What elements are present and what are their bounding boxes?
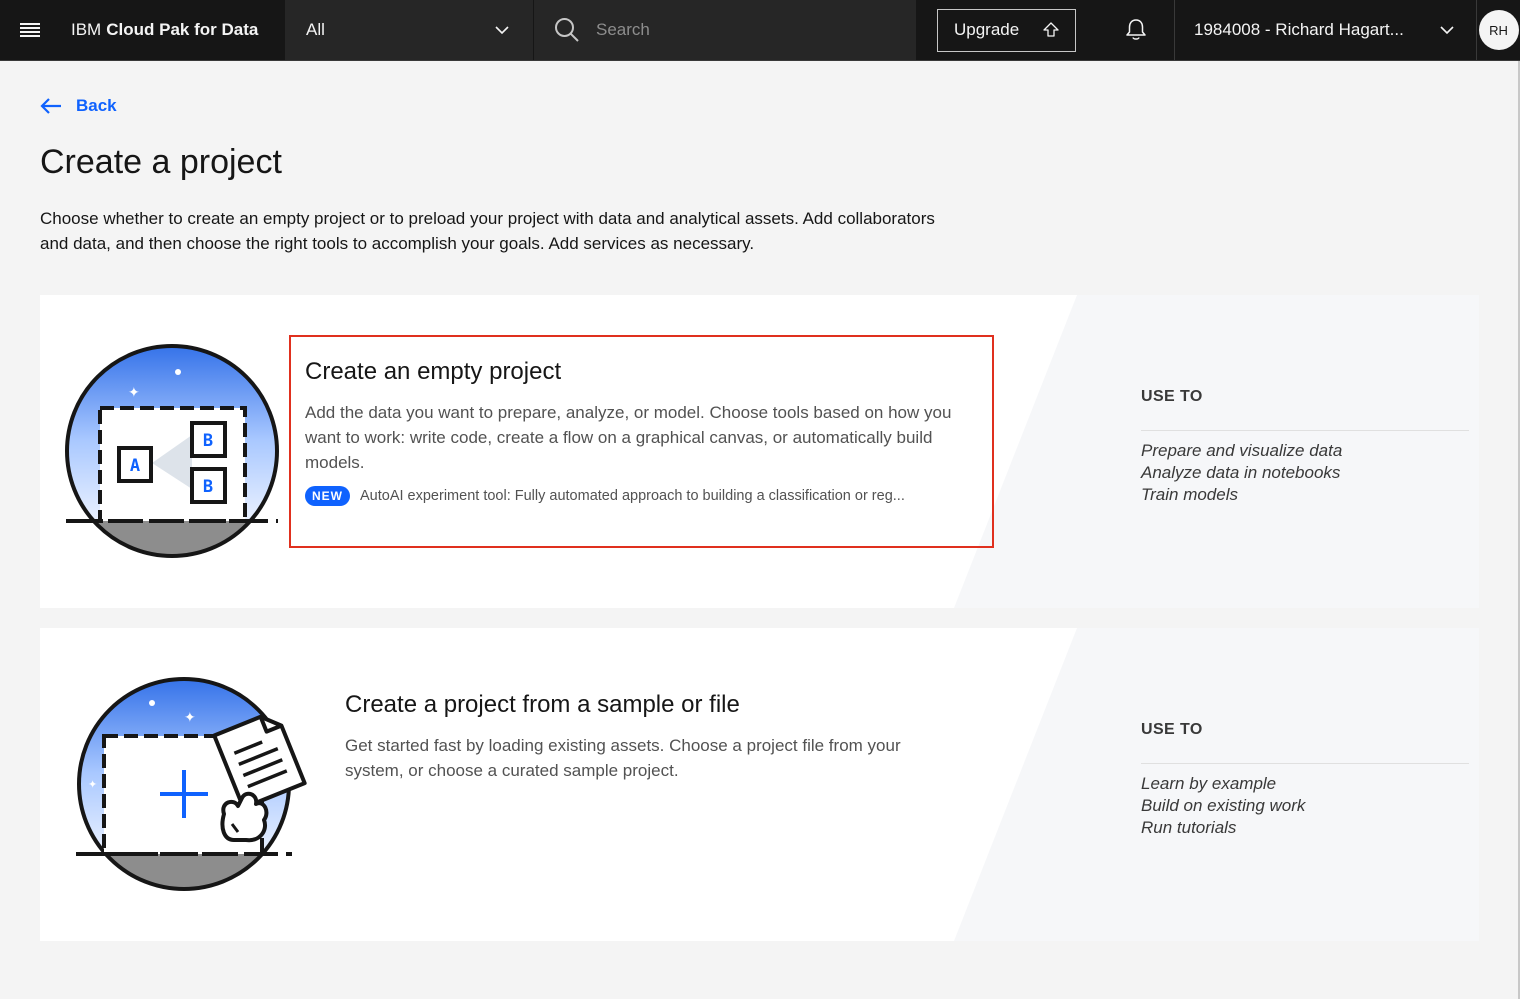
new-feature-text: AutoAI experiment tool: Fully automated … [360, 488, 905, 504]
account-switcher[interactable]: 1984008 - Richard Hagart... [1175, 0, 1477, 60]
search-placeholder: Search [596, 20, 650, 39]
brand-logo[interactable]: IBM Cloud Pak for Data [60, 0, 285, 60]
header-spacer [916, 0, 937, 60]
svg-text:✦: ✦ [128, 385, 140, 401]
back-label: Back [76, 96, 117, 115]
svg-text:✦: ✦ [88, 778, 97, 791]
scope-value: All [306, 20, 325, 39]
notification-bell-icon [1125, 19, 1146, 40]
illustration-letter-a: A [130, 456, 140, 476]
brand-prefix: IBM [71, 20, 102, 39]
use-to-item: Train models [1141, 485, 1238, 504]
menu-button[interactable] [0, 0, 60, 60]
top-header: IBM Cloud Pak for Data All Search Upgrad… [0, 0, 1520, 61]
card-description: Add the data you want to prepare, analyz… [305, 403, 952, 472]
create-empty-project-card[interactable]: ✦ A B B Create an empty project Add the … [40, 295, 1479, 608]
upgrade-label: Upgrade [954, 20, 1020, 39]
svg-text:✦: ✦ [184, 710, 196, 726]
use-to-item: Analyze data in notebooks [1141, 463, 1341, 482]
scope-dropdown[interactable]: All [285, 0, 534, 60]
notifications-button[interactable] [1097, 0, 1175, 60]
create-from-sample-card[interactable]: ✦ ✦ Create a project from a sample or fi… [40, 628, 1479, 941]
use-to-heading: USE TO [1141, 721, 1203, 738]
illustration-letter-b: B [203, 431, 213, 451]
brand-name: Cloud Pak for Data [106, 20, 259, 39]
avatar-wrap: RH [1477, 0, 1520, 60]
card-description: Get started fast by loading existing ass… [345, 736, 901, 780]
page-description: Choose whether to create an empty projec… [40, 209, 935, 253]
use-to-item: Build on existing work [1141, 796, 1306, 815]
use-to-item: Prepare and visualize data [1141, 441, 1343, 460]
sample-project-illustration: ✦ ✦ [76, 677, 307, 891]
page-title: Create a project [40, 143, 282, 181]
use-to-heading: USE TO [1141, 388, 1203, 405]
use-to-item: Learn by example [1141, 774, 1277, 793]
use-to-list: Learn by example Build on existing work … [1141, 773, 1305, 839]
avatar[interactable]: RH [1478, 10, 1519, 50]
chevron-down-icon [1440, 25, 1454, 34]
empty-project-illustration: ✦ A B B [65, 344, 279, 558]
arrow-left-icon [40, 98, 61, 114]
use-to-item: Run tutorials [1141, 818, 1237, 837]
new-badge: NEW [305, 486, 350, 506]
search-input[interactable]: Search [534, 0, 916, 60]
search-icon [555, 18, 579, 42]
use-to-divider [1141, 763, 1469, 764]
card-title: Create a project from a sample or file [345, 691, 740, 718]
use-to-list: Prepare and visualize data Analyze data … [1141, 440, 1342, 506]
chevron-down-icon [495, 25, 509, 34]
upgrade-arrow-icon [1043, 22, 1059, 37]
new-feature-row: NEW AutoAI experiment tool: Fully automa… [305, 486, 905, 506]
upgrade-button[interactable]: Upgrade [937, 8, 1076, 52]
account-label: 1984008 - Richard Hagart... [1194, 20, 1404, 39]
menu-icon [20, 23, 40, 37]
back-link[interactable]: Back [40, 96, 117, 116]
use-to-divider [1141, 430, 1469, 431]
illustration-letter-b: B [203, 477, 213, 497]
upgrade-wrap: Upgrade [937, 0, 1097, 60]
card-title: Create an empty project [305, 358, 562, 385]
